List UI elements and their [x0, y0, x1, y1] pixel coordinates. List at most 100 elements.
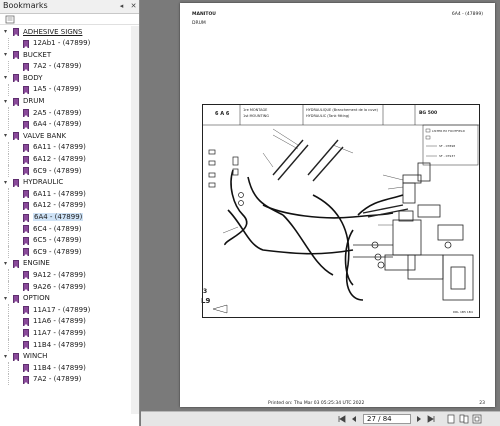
- bookmark-icon: [23, 271, 29, 280]
- bookmark-tree: ▾ ADHESIVE SIGNS 12Ab1 - (47899) ▾ BUCKET 7A2…: [0, 26, 139, 386]
- first-page-icon[interactable]: [337, 414, 347, 424]
- collapse-toggle-icon[interactable]: ▾: [4, 295, 11, 302]
- bookmark-item[interactable]: 6A12 - (47899): [0, 199, 139, 212]
- last-page-icon[interactable]: [426, 414, 436, 424]
- bookmark-icon: [23, 341, 29, 350]
- bookmark-item[interactable]: 7A2 - (47899): [0, 60, 139, 73]
- bookmark-item[interactable]: 9A26 - (47899): [0, 281, 139, 293]
- bookmark-item[interactable]: 1A5 - (47899): [0, 83, 139, 96]
- collapse-toggle-icon[interactable]: ▾: [4, 179, 11, 186]
- close-icon[interactable]: ✕: [129, 2, 138, 11]
- bookmark-section[interactable]: ▾ HYDRAULIC: [0, 177, 139, 189]
- bookmark-item[interactable]: 6C9 - (47899): [0, 246, 139, 258]
- bookmark-item[interactable]: 11A7 - (47899): [0, 327, 139, 340]
- single-page-view-icon[interactable]: [446, 414, 456, 424]
- bookmark-icon: [13, 259, 19, 268]
- collapse-toggle-icon[interactable]: ▾: [4, 98, 11, 105]
- bookmark-section[interactable]: ▾ BODY: [0, 72, 139, 84]
- mounting-fr: 1re MONTAGE: [243, 108, 268, 112]
- tree-guide-line: [8, 234, 9, 247]
- collapse-toggle-icon[interactable]: ▾: [4, 51, 11, 58]
- bookmark-section-label: ADHESIVE SIGNS: [23, 27, 83, 36]
- next-page-icon[interactable]: [414, 414, 424, 424]
- printed-on-footer: Printed on: Thu Mar 03 05:25:34 UTC 2022: [268, 401, 365, 406]
- bookmark-item[interactable]: 6C4 - (47899): [0, 223, 139, 235]
- bookmark-section-label: BUCKET: [23, 50, 52, 59]
- bookmark-icon: [23, 62, 29, 71]
- fit-page-icon[interactable]: [472, 414, 482, 424]
- section-title: DRUM: [192, 21, 206, 26]
- bookmark-section[interactable]: ▾ BUCKET: [0, 49, 139, 61]
- two-page-view-icon[interactable]: [459, 414, 469, 424]
- bookmark-section[interactable]: ▾ ADHESIVE SIGNS: [0, 26, 139, 38]
- bookmark-section[interactable]: ▾ VALVE BANK: [0, 130, 139, 142]
- bookmark-item[interactable]: 6C9 - (47899): [0, 165, 139, 177]
- bookmark-item[interactable]: 11A6 - (47899): [0, 315, 139, 328]
- tree-guide-line: [8, 373, 9, 386]
- tree-guide-line: [8, 211, 9, 224]
- bookmark-icon: [13, 51, 19, 60]
- bookmark-icon: [23, 329, 29, 338]
- collapse-panel-icon[interactable]: ◂: [117, 2, 126, 11]
- bookmark-item[interactable]: 11B4 - (47899): [0, 339, 139, 351]
- bookmark-item[interactable]: 9A12 - (47899): [0, 269, 139, 282]
- tree-guide-line: [8, 315, 9, 328]
- tree-guide-line: [8, 246, 9, 258]
- bookmark-section[interactable]: ▾ OPTION: [0, 293, 139, 305]
- navigation-toolbar: 27 / 84: [141, 411, 500, 426]
- expand-all-icon[interactable]: [5, 15, 17, 24]
- bookmark-item[interactable]: 11B4 - (47899): [0, 362, 139, 374]
- bookmark-item[interactable]: 7A2 - (47899): [0, 373, 139, 386]
- previous-page-icon[interactable]: [349, 414, 359, 424]
- bookmark-icon: [13, 294, 19, 303]
- legend-text-3: SF - 07937: [439, 154, 456, 158]
- tree-guide-line: [8, 304, 9, 316]
- bookmarks-scrollbar[interactable]: [131, 26, 139, 414]
- bookmark-item[interactable]: 12Ab1 - (47899): [0, 37, 139, 50]
- bookmark-section-label: BODY: [23, 73, 43, 82]
- bookmark-item[interactable]: 6C5 - (47899): [0, 234, 139, 247]
- page-number-field[interactable]: 27 / 84: [363, 414, 411, 424]
- bookmark-item[interactable]: 11A17 - (47899): [0, 304, 139, 316]
- tree-guide-line: [8, 165, 9, 177]
- collapse-toggle-icon[interactable]: ▾: [4, 28, 11, 35]
- bookmark-item[interactable]: 2A5 - (47899): [0, 107, 139, 119]
- bookmark-section[interactable]: ▾ ENGINE: [0, 258, 139, 270]
- legend-text-1: LISTER EX FOOTFIELD: [432, 129, 465, 133]
- tree-guide-line: [8, 37, 9, 50]
- bookmark-item-label: 11B4 - (47899): [33, 340, 86, 349]
- bookmark-section[interactable]: ▾ WINCH: [0, 351, 139, 363]
- bookmark-item[interactable]: 6A4 - (47899): [0, 211, 139, 224]
- tree-guide-line: [8, 199, 9, 212]
- bookmark-item[interactable]: 6A11 - (47899): [0, 188, 139, 200]
- bookmark-icon: [13, 28, 19, 36]
- machine-model: BG 500: [419, 111, 438, 116]
- bookmark-icon: [13, 74, 19, 83]
- tree-guide-line: [8, 107, 9, 119]
- bookmark-item[interactable]: 6A11 - (47899): [0, 141, 139, 154]
- collapse-toggle-icon[interactable]: ▾: [4, 74, 11, 81]
- tree-guide-line: [8, 118, 9, 131]
- bookmark-section[interactable]: ▾ DRUM: [0, 96, 139, 108]
- bookmark-icon: [23, 317, 29, 326]
- collapse-toggle-icon[interactable]: ▾: [4, 260, 11, 267]
- tree-guide-line: [8, 60, 9, 73]
- bookmark-item-label: 6C9 - (47899): [33, 247, 82, 256]
- bookmarks-panel: Bookmarks ◂ ✕ ▾ ADHESIVE SIGNS 12Ab1 - (47…: [0, 0, 140, 426]
- hydraulic-drawing: 6 A 6 1re MONTAGE 1st MOUNTING HYDRAULIQ…: [201, 104, 480, 318]
- collapse-toggle-icon[interactable]: ▾: [4, 353, 11, 360]
- bookmark-item[interactable]: 6A12 - (47899): [0, 153, 139, 166]
- document-page: MANITOU 6A4 - (47899) DRUM 6 A 6 1re MON…: [180, 3, 495, 407]
- bookmark-icon: [23, 283, 29, 292]
- tree-guide-line: [8, 362, 9, 374]
- bookmark-icon: [23, 225, 29, 234]
- bookmark-item[interactable]: 6A4 - (47899): [0, 118, 139, 131]
- bookmark-item-label: 11A6 - (47899): [33, 317, 86, 326]
- caption-fr: HYDRAULIQUE (Branchement de la cuve): [306, 108, 378, 112]
- footer-page-number: 23: [479, 401, 485, 406]
- bookmarks-panel-header: Bookmarks ◂ ✕: [0, 0, 139, 14]
- bookmark-item-label: 11B4 - (47899): [33, 363, 86, 372]
- bookmark-icon: [23, 375, 29, 384]
- collapse-toggle-icon[interactable]: ▾: [4, 132, 11, 139]
- bookmark-section-label: VALVE BANK: [23, 131, 67, 140]
